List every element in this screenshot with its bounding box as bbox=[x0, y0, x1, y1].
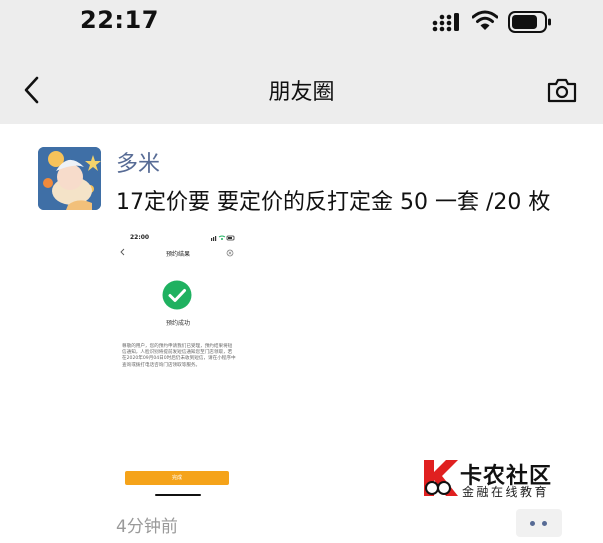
page-title: 朋友圈 bbox=[268, 80, 335, 105]
screenshot-title: 预约结果 bbox=[165, 251, 190, 258]
more-dot-icon bbox=[542, 521, 547, 526]
battery-icon bbox=[508, 11, 551, 33]
watermark-subtitle: 金融在线教育 bbox=[462, 485, 550, 499]
screenshot-description: 尊敬的用户，您的预约申请我们已受理，预约结果将短信通知，人脸识别将提前发短信通知… bbox=[122, 344, 236, 368]
wifi-icon bbox=[472, 10, 498, 30]
signal-icon bbox=[432, 13, 459, 32]
status-time: 22:17 bbox=[80, 6, 159, 34]
more-dot-icon bbox=[530, 521, 535, 526]
avatar-image bbox=[38, 147, 101, 210]
done-button: 完成 bbox=[125, 471, 229, 485]
home-indicator bbox=[155, 494, 201, 496]
screenshot-close-icon bbox=[226, 249, 234, 257]
check-circle-icon bbox=[162, 280, 192, 310]
post-text: 17定价要 要定价的反打定金 50 一套 /20 枚 bbox=[116, 190, 551, 215]
more-actions-button[interactable] bbox=[516, 509, 562, 537]
username[interactable]: 多米 bbox=[116, 146, 160, 178]
avatar[interactable] bbox=[38, 147, 101, 210]
post-time: 4分钟前 bbox=[116, 517, 178, 537]
screenshot-status-time: 22:00 bbox=[130, 234, 150, 241]
top-bar: 22:17 朋友圈 bbox=[0, 0, 603, 124]
kanong-logo-icon bbox=[424, 460, 458, 496]
camera-icon[interactable] bbox=[546, 76, 578, 104]
success-text: 预约成功 bbox=[165, 320, 190, 327]
attached-screenshot[interactable]: 22:00 预约结果 预约成功 尊敬的用户，您的预约申请我们已受理，预约结果将短… bbox=[116, 226, 240, 500]
moments-screen: 22:17 朋友圈 多米 17定价要 要定价的反打定金 50 一套 /20 枚 … bbox=[0, 0, 603, 543]
screenshot-status-icons bbox=[211, 235, 235, 241]
